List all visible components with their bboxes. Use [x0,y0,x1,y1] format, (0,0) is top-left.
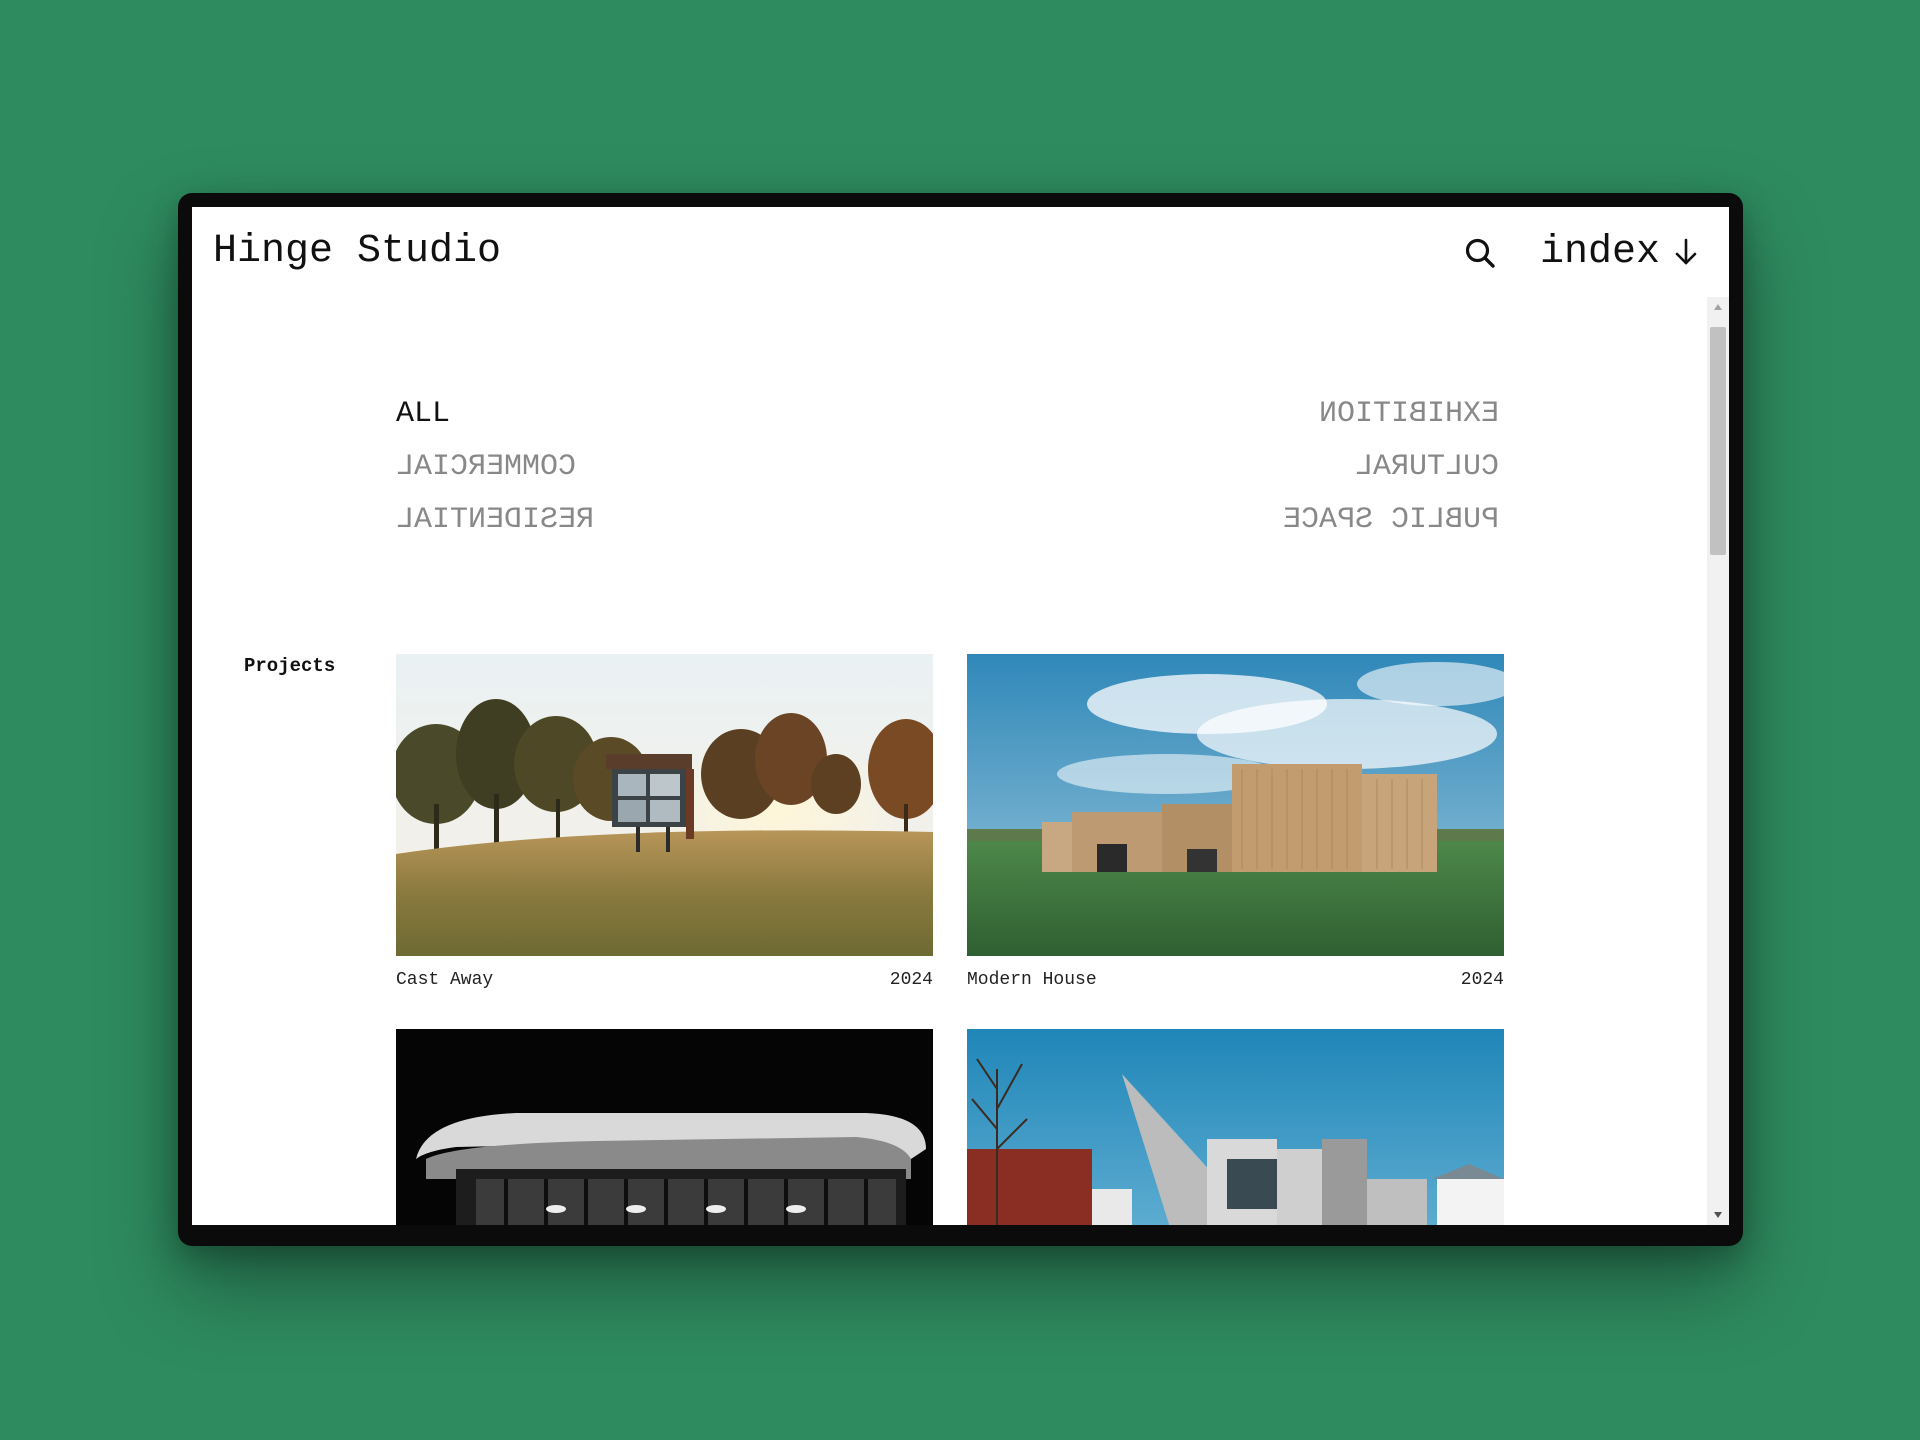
project-thumbnail-cast-away [396,654,933,956]
project-thumbnail-angular-building [967,1029,1504,1225]
project-thumbnail-night-pavilion [396,1029,933,1225]
scroll-down-button[interactable] [1707,1205,1729,1225]
browser-viewport: Hinge Studio index ALL COMMERCIAL RESIDE… [192,207,1729,1225]
filter-cultural[interactable]: CULTURAL [1355,450,1499,484]
vertical-scrollbar[interactable] [1707,297,1729,1225]
brand-logo[interactable]: Hinge Studio [213,229,501,274]
device-frame: Hinge Studio index ALL COMMERCIAL RESIDE… [178,193,1743,1246]
project-title: Cast Away [396,970,494,990]
index-button[interactable]: index [1540,229,1698,275]
project-card[interactable]: Cast Away 2024 [396,654,933,990]
filter-public-space[interactable]: PUBLIC SPACE [1283,503,1499,537]
project-card[interactable] [396,1029,933,1225]
project-title: Modern House [967,970,1097,990]
index-label: index [1540,229,1661,275]
filter-exhibition[interactable]: EXHIBITION [1319,397,1499,431]
scrollbar-thumb[interactable] [1710,327,1726,555]
project-meta: Cast Away 2024 [396,970,933,990]
filter-residential[interactable]: RESIDENTIAL [396,503,594,537]
top-bar: Hinge Studio index [192,207,1729,297]
search-button[interactable] [1460,233,1500,273]
project-card[interactable]: Modern House 2024 [967,654,1504,990]
projects-section-label: Projects [244,655,336,677]
triangle-down-icon [1714,1212,1722,1218]
project-card[interactable] [967,1029,1504,1225]
filter-commercial[interactable]: COMMERCIAL [396,450,576,484]
project-year: 2024 [889,970,933,990]
filter-all[interactable]: ALL [396,397,450,431]
arrow-down-icon [1675,238,1697,265]
triangle-up-icon [1714,304,1722,310]
category-filters: ALL COMMERCIAL RESIDENTIAL EXHIBITION CU… [396,397,1499,557]
project-meta: Modern House 2024 [967,970,1504,990]
search-icon [1465,238,1495,268]
project-thumbnail-modern-house [967,654,1504,956]
scroll-up-button[interactable] [1707,297,1729,317]
project-year: 2024 [1460,970,1504,990]
